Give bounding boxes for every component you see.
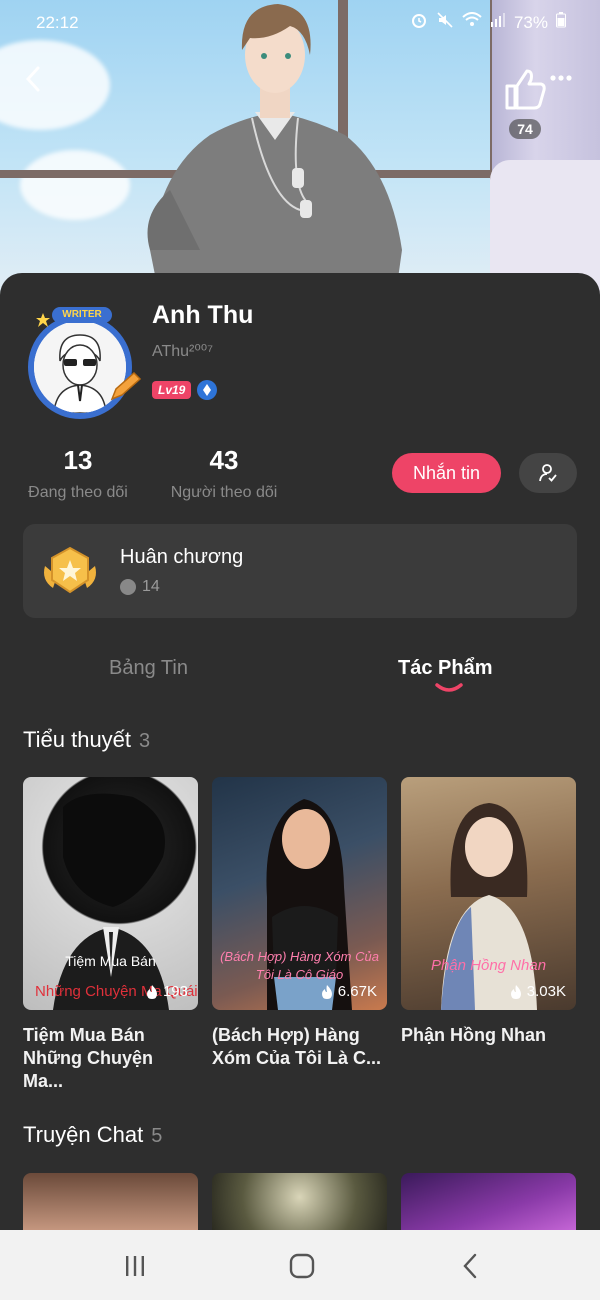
chat-stories-section-title: Truyện Chat 5 xyxy=(23,1122,162,1148)
medal-count: 14 xyxy=(142,578,160,595)
novel-card[interactable]: Tiệm Mua Bán Những Chuyện Ma Quái 193 Ti… xyxy=(23,777,198,1093)
like-button[interactable]: 74 xyxy=(502,68,548,142)
medal-card[interactable]: Huân chương 14 xyxy=(23,524,577,618)
user-check-icon xyxy=(539,464,557,482)
novel-title: (Bách Hợp) Hàng Xóm Của Tôi Là C... xyxy=(212,1025,382,1068)
novel-views: 3.03K xyxy=(509,983,566,1000)
avatar-image xyxy=(28,315,132,419)
medal-count-row: 14 xyxy=(120,578,160,596)
novel-views: 193 xyxy=(145,983,188,1000)
fire-icon xyxy=(146,984,157,999)
status-bar: 22:12 73% xyxy=(0,0,600,46)
profile-sheet: WRITER Anh Thu AThu²⁰⁰⁷ Lv19 13 Đang the… xyxy=(0,273,600,1233)
star-icon xyxy=(36,313,50,327)
fire-icon xyxy=(510,984,521,999)
more-dots-icon xyxy=(550,75,572,81)
novel-cover-line2: Tôi Là Cô Giáo xyxy=(255,967,344,982)
profile-name: Anh Thu xyxy=(152,301,254,329)
novel-views-count: 3.03K xyxy=(526,983,566,1000)
battery-percent: 73% xyxy=(513,12,548,32)
tab-works[interactable]: Tác Phẩm xyxy=(398,657,492,680)
novel-cover: Phận Hồng Nhan 3.03K xyxy=(401,777,576,1010)
chat-stories-title: Truyện Chat xyxy=(23,1122,144,1147)
novel-views-count: 193 xyxy=(162,983,188,1000)
recent-apps-icon xyxy=(126,1256,144,1276)
system-nav-bar xyxy=(0,1230,600,1300)
chevron-left-icon xyxy=(25,66,40,92)
novel-cover-line1: Tiệm Mua Bán xyxy=(65,953,156,969)
novel-title: Tiệm Mua Bán Những Chuyện Ma... xyxy=(23,1025,154,1091)
back-chevron-icon xyxy=(463,1253,477,1279)
message-button[interactable]: Nhắn tin xyxy=(392,453,501,493)
status-time: 22:12 xyxy=(36,13,79,32)
novels-section-title: Tiểu thuyết 3 xyxy=(23,727,150,753)
novel-card[interactable]: (Bách Hợp) Hàng Xóm Của Tôi Là Cô Giáo 6… xyxy=(212,777,387,1070)
chat-stories-count: 5 xyxy=(151,1125,163,1147)
followers-stat[interactable]: 43 Người theo dõi xyxy=(166,445,282,502)
writer-badge: WRITER xyxy=(52,307,112,323)
home-button[interactable] xyxy=(287,1252,317,1280)
novel-card[interactable]: Phận Hồng Nhan 3.03K Phận Hồng Nhan xyxy=(401,777,576,1047)
battery-icon xyxy=(556,12,566,33)
novel-views: 6.67K xyxy=(320,983,377,1000)
novel-title: Phận Hồng Nhan xyxy=(401,1025,546,1045)
novel-cover-line1: Phận Hồng Nhan xyxy=(430,957,547,974)
back-button[interactable] xyxy=(16,62,50,96)
following-stat[interactable]: 13 Đang theo dõi xyxy=(22,445,134,502)
followers-label: Người theo dõi xyxy=(170,484,278,501)
chat-story-card[interactable] xyxy=(401,1173,576,1233)
signal-icon xyxy=(490,12,506,33)
back-nav-button[interactable] xyxy=(456,1252,486,1280)
chat-story-card[interactable] xyxy=(23,1173,198,1233)
alarm-icon xyxy=(410,11,428,34)
wifi-icon xyxy=(462,12,482,33)
thumbs-up-icon xyxy=(505,69,546,110)
vip-diamond-icon xyxy=(197,380,217,400)
home-icon xyxy=(289,1253,315,1279)
following-count: 13 xyxy=(63,445,93,475)
fire-icon xyxy=(321,984,332,999)
recent-apps-button[interactable] xyxy=(120,1252,150,1280)
level-badge: Lv19 xyxy=(152,381,192,399)
novel-cover: Tiệm Mua Bán Những Chuyện Ma Quái 193 xyxy=(23,777,198,1010)
tab-news[interactable]: Bảng Tin xyxy=(109,657,188,680)
mute-icon xyxy=(436,11,454,34)
novels-title: Tiểu thuyết xyxy=(23,727,132,752)
avatar[interactable]: WRITER xyxy=(22,303,142,423)
following-label: Đang theo dõi xyxy=(28,484,128,501)
follow-button[interactable] xyxy=(519,453,577,493)
chat-story-card[interactable] xyxy=(212,1173,387,1233)
novel-cover-line1: (Bách Hợp) Hàng Xóm Của xyxy=(220,949,379,964)
medal-title: Huân chương xyxy=(120,546,244,568)
medal-small-icon xyxy=(120,579,136,595)
pen-icon xyxy=(110,371,142,401)
more-options-button[interactable] xyxy=(550,70,572,86)
followers-count: 43 xyxy=(209,445,239,475)
novel-cover: (Bách Hợp) Hàng Xóm Của Tôi Là Cô Giáo 6… xyxy=(212,777,387,1010)
profile-handle: AThu²⁰⁰⁷ xyxy=(152,343,213,360)
novel-views-count: 6.67K xyxy=(337,983,377,1000)
like-count: 74 xyxy=(509,119,541,139)
active-tab-indicator xyxy=(435,683,463,692)
novels-count: 3 xyxy=(139,730,151,752)
medal-icon xyxy=(44,546,96,594)
